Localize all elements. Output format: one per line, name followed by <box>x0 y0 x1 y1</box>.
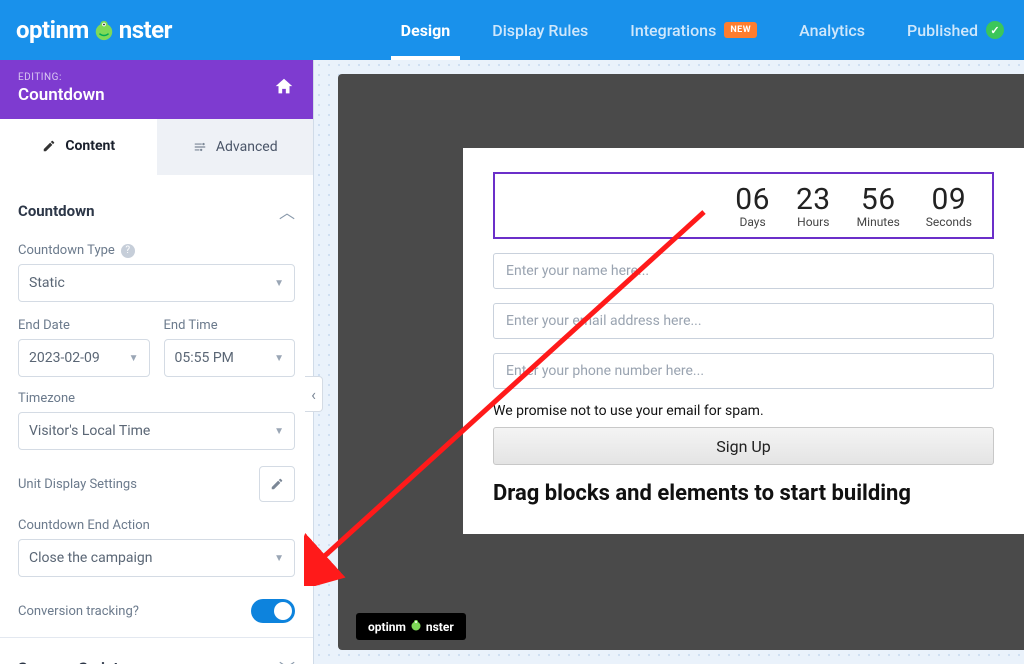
nav-analytics[interactable]: Analytics <box>799 0 865 60</box>
tab-advanced[interactable]: Advanced <box>157 119 314 175</box>
conversion-tracking-toggle[interactable] <box>251 599 295 623</box>
end-date-label: End Date <box>18 318 150 333</box>
end-action-label: Countdown End Action <box>18 518 295 533</box>
sidebar-tabs: Content Advanced <box>0 119 313 175</box>
toggle-knob <box>274 602 292 620</box>
chevron-down-icon: ﹀ <box>279 656 295 664</box>
caret-down-icon: ▼ <box>129 353 139 364</box>
preview-canvas[interactable]: 06 Days 23 Hours 56 Minutes 09 Seconds <box>338 74 1024 650</box>
editing-title: Countdown <box>18 85 105 105</box>
countdown-minutes: 56 Minutes <box>857 182 900 229</box>
end-date-select[interactable]: 2023-02-09 ▼ <box>18 339 150 377</box>
countdown-hours: 23 Hours <box>796 182 831 229</box>
check-circle-icon: ✓ <box>986 21 1004 39</box>
end-time-label: End Time <box>164 318 296 333</box>
main-nav: Design Display Rules Integrations NEW An… <box>401 0 1004 60</box>
brand-text-post: nster <box>119 16 172 44</box>
sliders-icon <box>192 139 208 155</box>
countdown-seconds: 09 Seconds <box>926 182 972 229</box>
home-icon[interactable] <box>273 76 295 102</box>
tab-content[interactable]: Content <box>0 119 157 175</box>
caret-down-icon: ▼ <box>274 426 284 437</box>
nav-published[interactable]: Published ✓ <box>907 0 1004 60</box>
caret-down-icon: ▼ <box>274 353 284 364</box>
timezone-select[interactable]: Visitor's Local Time ▼ <box>18 412 295 450</box>
countdown-days: 06 Days <box>735 182 770 229</box>
editor-sidebar: EDITING: Countdown Content Advanced Coun… <box>0 60 314 664</box>
section-countdown-header[interactable]: Countdown ︿ <box>18 193 295 237</box>
nav-design[interactable]: Design <box>401 0 451 60</box>
conversion-tracking-label: Conversion tracking? <box>18 604 139 619</box>
email-input[interactable] <box>493 303 994 339</box>
monster-icon <box>93 19 115 41</box>
section-success-scripts-header[interactable]: Success Scripts ﹀ <box>18 638 295 664</box>
new-badge: NEW <box>724 22 757 38</box>
caret-down-icon: ▼ <box>274 553 284 564</box>
timezone-label: Timezone <box>18 391 295 406</box>
caret-down-icon: ▼ <box>274 278 284 289</box>
om-badge[interactable]: optinm nster <box>356 613 466 640</box>
name-input[interactable] <box>493 253 994 289</box>
phone-input[interactable] <box>493 353 994 389</box>
editing-label: EDITING: <box>18 72 105 83</box>
brand-logo: optinm nster <box>16 16 172 44</box>
privacy-text: We promise not to use your email for spa… <box>493 403 994 419</box>
builder-hint: Drag blocks and elements to start buildi… <box>493 481 994 506</box>
nav-display-rules[interactable]: Display Rules <box>492 0 588 60</box>
end-time-select[interactable]: 05:55 PM ▼ <box>164 339 296 377</box>
end-action-select[interactable]: Close the campaign ▼ <box>18 539 295 577</box>
app-header: optinm nster Design Display Rules Integr… <box>0 0 1024 60</box>
brand-text-pre: optinm <box>16 16 89 44</box>
edit-unit-display-button[interactable] <box>259 466 295 502</box>
collapse-sidebar-handle[interactable]: ‹ <box>305 376 323 412</box>
countdown-element[interactable]: 06 Days 23 Hours 56 Minutes 09 Seconds <box>493 172 994 239</box>
breadcrumb: EDITING: Countdown <box>0 60 313 119</box>
help-icon[interactable]: ? <box>121 244 135 258</box>
pencil-icon <box>41 138 57 154</box>
countdown-type-label: Countdown Type ? <box>18 243 295 258</box>
signup-button[interactable]: Sign Up <box>493 427 994 465</box>
chevron-up-icon: ︿ <box>279 199 295 223</box>
monster-icon <box>410 619 422 634</box>
nav-integrations[interactable]: Integrations NEW <box>630 0 757 60</box>
unit-display-label: Unit Display Settings <box>18 477 137 492</box>
popup-preview[interactable]: 06 Days 23 Hours 56 Minutes 09 Seconds <box>463 148 1024 534</box>
canvas-area: 06 Days 23 Hours 56 Minutes 09 Seconds <box>314 60 1024 664</box>
countdown-type-select[interactable]: Static ▼ <box>18 264 295 302</box>
